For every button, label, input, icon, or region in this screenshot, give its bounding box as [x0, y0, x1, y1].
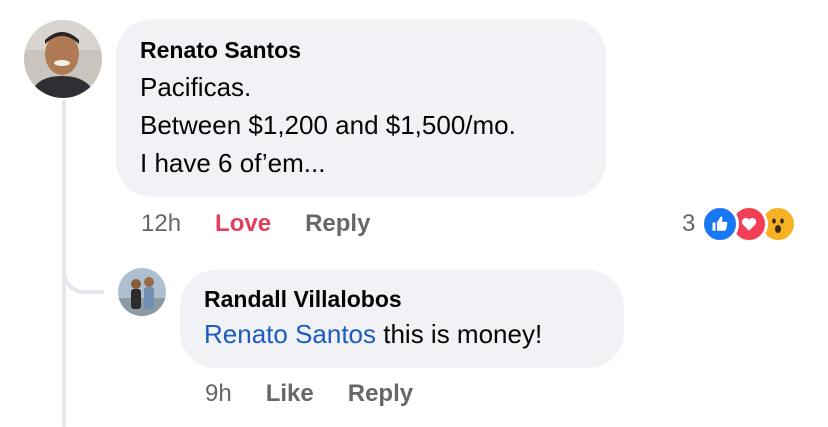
- comment-text-line: Between $1,200 and $1,500/mo.: [140, 110, 516, 140]
- comment-bubble: Renato Santos Pacificas. Between $1,200 …: [116, 19, 606, 197]
- comment-text-line: I have 6 of’em...: [140, 148, 326, 178]
- reply-connector: [62, 238, 104, 294]
- comment-text-line: Pacificas.: [140, 72, 252, 102]
- reply-button[interactable]: Reply: [305, 210, 370, 238]
- reply-text: Renato Santos this is money!: [204, 315, 600, 353]
- avatar[interactable]: [118, 268, 166, 316]
- reply-timestamp[interactable]: 9h: [205, 380, 232, 408]
- love-button[interactable]: Love: [215, 210, 271, 238]
- reply-actions: 9h Like Reply: [205, 378, 413, 410]
- mention-link[interactable]: Renato Santos: [204, 319, 376, 349]
- reply-text-body: this is money!: [376, 319, 543, 349]
- reaction-summary[interactable]: 3: [682, 205, 798, 243]
- reply-author[interactable]: Randall Villalobos: [204, 286, 600, 313]
- comment-actions: 12h Love Reply: [141, 208, 370, 240]
- reply-bubble: Randall Villalobos Renato Santos this is…: [180, 270, 624, 368]
- comment-timestamp[interactable]: 12h: [141, 210, 181, 238]
- avatar[interactable]: [24, 20, 102, 98]
- like-icon: [701, 205, 740, 243]
- comment-author[interactable]: Renato Santos: [140, 37, 582, 64]
- reaction-count: 3: [682, 210, 696, 237]
- like-button[interactable]: Like: [266, 380, 314, 408]
- reply-button[interactable]: Reply: [348, 380, 413, 408]
